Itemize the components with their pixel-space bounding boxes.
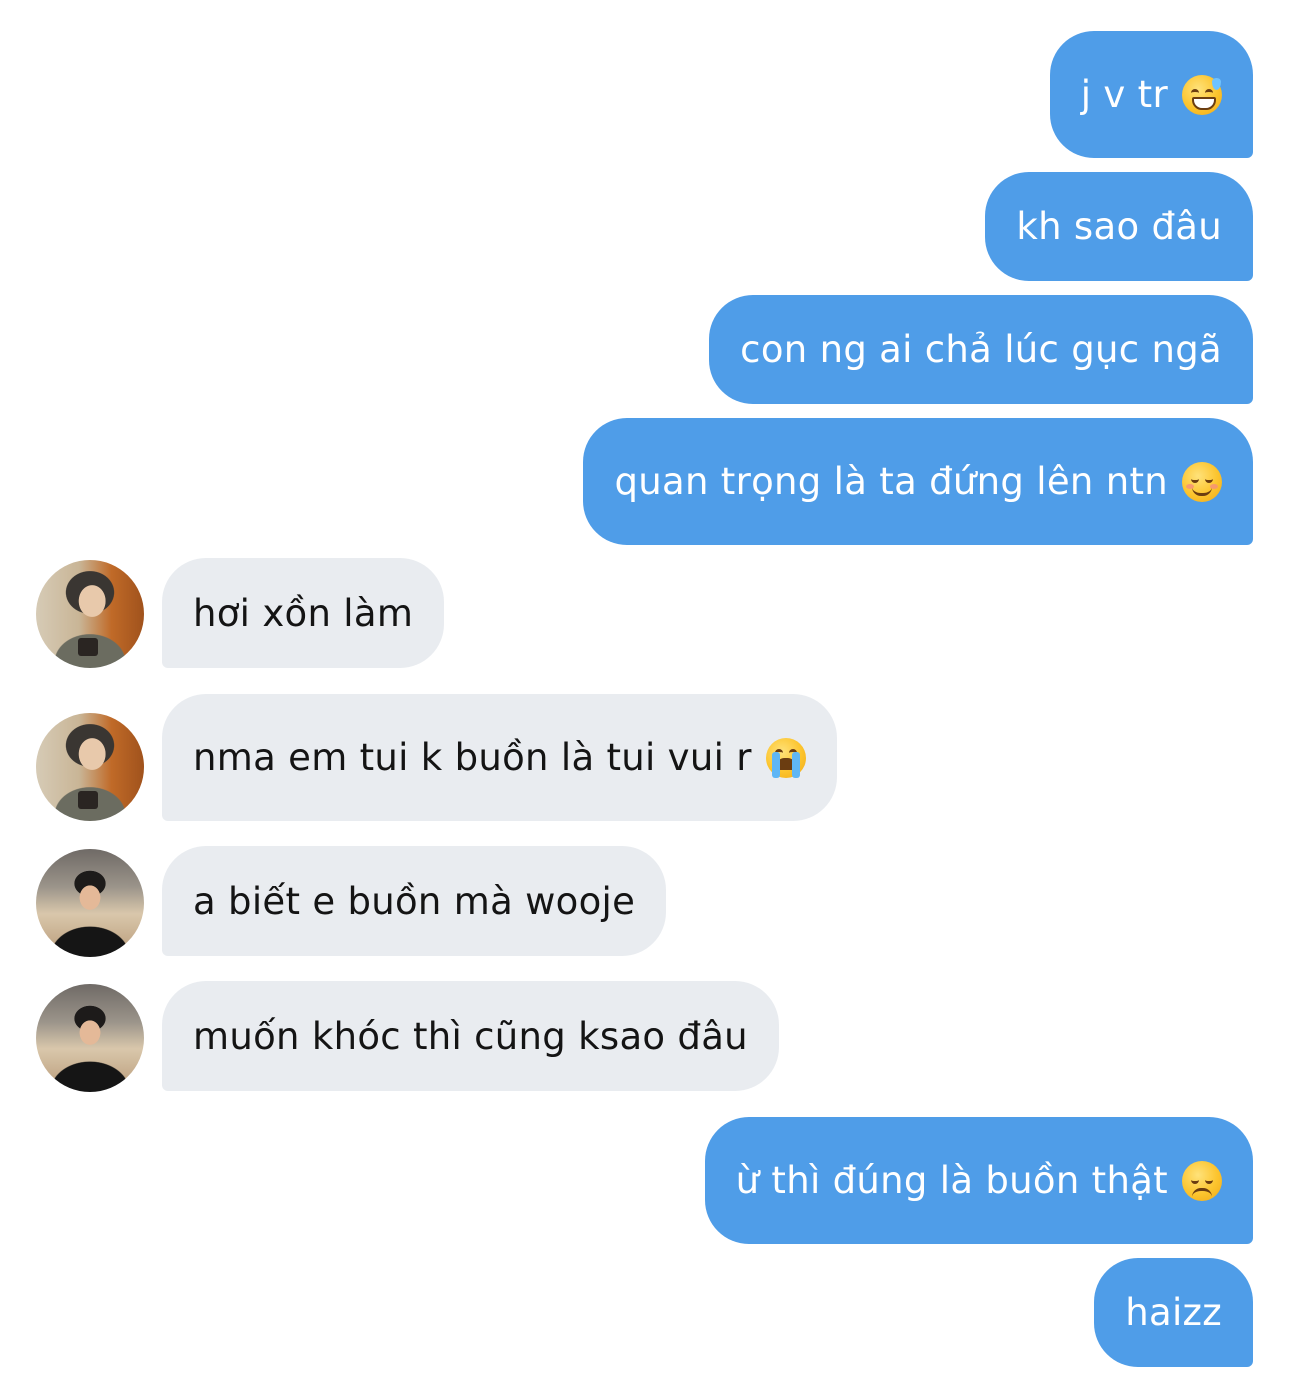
message-text: hơi xồn làm [193,591,414,635]
sent-message-bubble[interactable]: haizz [1094,1258,1253,1367]
sent-message-bubble[interactable]: con ng ai chả lúc gục ngã [709,295,1253,404]
message-text: quan trọng là ta đứng lên ntn [614,460,1168,503]
received-message-bubble[interactable]: nma em tui k buồn là tui vui r [162,694,837,821]
sent-message-bubble[interactable]: j v tr [1049,31,1253,158]
message-text: nma em tui k buồn là tui vui r [193,736,752,779]
message-text: ừ thì đúng là buồn thật [735,1159,1168,1202]
message-text: a biết e buồn mà wooje [193,879,636,923]
received-message-bubble[interactable]: a biết e buồn mà wooje [162,846,667,956]
sent-message-bubble[interactable]: quan trọng là ta đứng lên ntn [583,418,1253,545]
contact-b-avatar[interactable] [36,849,144,957]
message-text: con ng ai chả lúc gục ngã [740,328,1222,371]
relieved-face-emoji-icon [1182,461,1222,502]
sent-message-bubble[interactable]: ừ thì đúng là buồn thật [704,1117,1253,1244]
mug [78,638,98,656]
message-text: muốn khóc thì cũng ksao đâu [193,1014,748,1058]
contact-a-avatar[interactable] [36,713,144,821]
loudly-crying-emoji-icon [765,737,806,778]
contact-a-avatar[interactable] [36,560,144,668]
message-text: haizz [1125,1291,1222,1334]
received-message-bubble[interactable]: muốn khóc thì cũng ksao đâu [162,981,779,1091]
contact-b-avatar[interactable] [36,984,144,1092]
grinning-sweat-emoji-icon [1182,74,1222,115]
received-message-bubble[interactable]: hơi xồn làm [162,558,445,668]
mug [78,791,98,809]
disappointed-face-emoji-icon [1182,1160,1222,1201]
message-text: kh sao đâu [1016,205,1222,248]
message-text: j v tr [1080,73,1168,116]
sent-message-bubble[interactable]: kh sao đâu [985,172,1253,281]
